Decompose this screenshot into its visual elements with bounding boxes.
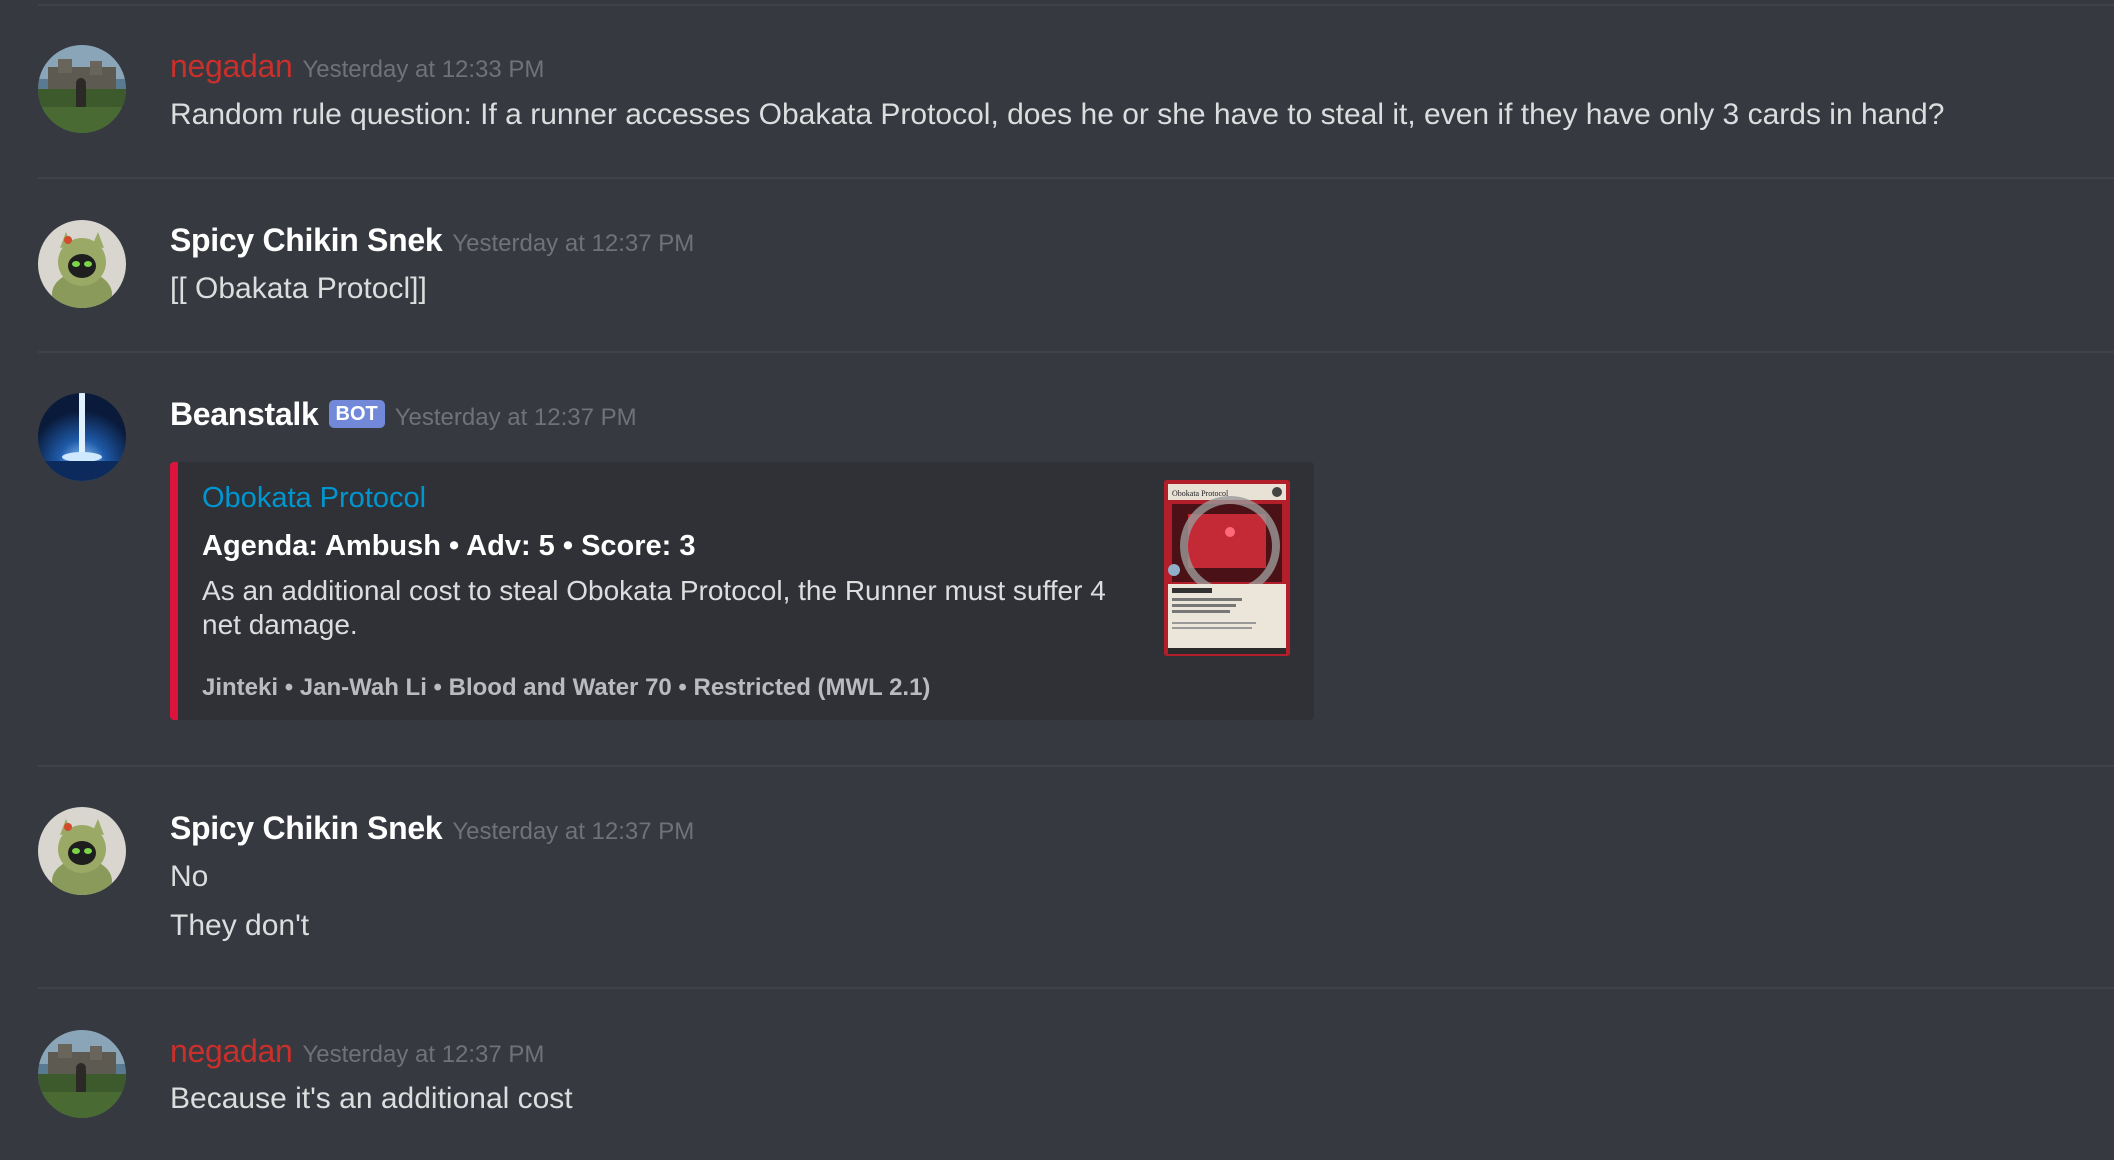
divider — [38, 987, 2114, 989]
avatar[interactable] — [38, 1030, 126, 1118]
avatar[interactable] — [38, 45, 126, 133]
message-header: negadan Yesterday at 12:33 PM — [170, 48, 544, 85]
embed-description: As an additional cost to steal Obokata P… — [202, 575, 1106, 640]
username[interactable]: negadan — [170, 48, 293, 84]
avatar[interactable] — [38, 220, 126, 308]
timestamp: Yesterday at 12:33 PM — [302, 56, 545, 83]
card-thumbnail[interactable]: Obokata Protocol — [1164, 480, 1290, 656]
card-thumbnail-title: Obokata Protocol — [1172, 489, 1229, 498]
message-text: Because it's an additional cost — [170, 1082, 573, 1115]
timestamp: Yesterday at 12:37 PM — [302, 1041, 545, 1068]
timestamp: Yesterday at 12:37 PM — [452, 230, 695, 257]
message-text: [[ Obakata Protocl]] — [170, 272, 427, 305]
bot-tag: BOT — [328, 400, 385, 428]
chat-log: negadan Yesterday at 12:33 PM Random rule… — [0, 0, 2114, 1160]
message-header: negadan Yesterday at 12:37 PM — [170, 1033, 544, 1070]
username[interactable]: Beanstalk — [170, 396, 319, 432]
embed-title-link[interactable]: Obokata Protocol — [202, 482, 426, 515]
divider — [38, 765, 2114, 767]
divider — [38, 177, 2114, 179]
message-header: Beanstalk BOT Yesterday at 12:37 PM — [170, 396, 637, 433]
avatar[interactable] — [38, 393, 126, 481]
message-text: No — [170, 860, 209, 893]
username[interactable]: negadan — [170, 1033, 293, 1069]
username[interactable]: Spicy Chikin Snek — [170, 222, 443, 258]
timestamp: Yesterday at 12:37 PM — [394, 404, 637, 431]
timestamp: Yesterday at 12:37 PM — [452, 818, 695, 845]
username[interactable]: Spicy Chikin Snek — [170, 810, 443, 846]
embed-footer: Jinteki • Jan-Wah Li • Blood and Water 7… — [202, 674, 931, 701]
message-header: Spicy Chikin Snek Yesterday at 12:37 PM — [170, 222, 694, 259]
embed-subtitle: Agenda: Ambush • Adv: 5 • Score: 3 — [202, 530, 696, 562]
message-text: They don't — [170, 909, 310, 942]
message-header: Spicy Chikin Snek Yesterday at 12:37 PM — [170, 810, 694, 847]
avatar[interactable] — [38, 807, 126, 895]
message-text: Random rule question: If a runner access… — [170, 98, 1945, 131]
divider — [38, 351, 2114, 353]
divider — [38, 4, 2114, 6]
card-embed: Obokata Protocol Agenda: Ambush • Adv: 5… — [170, 462, 1314, 720]
